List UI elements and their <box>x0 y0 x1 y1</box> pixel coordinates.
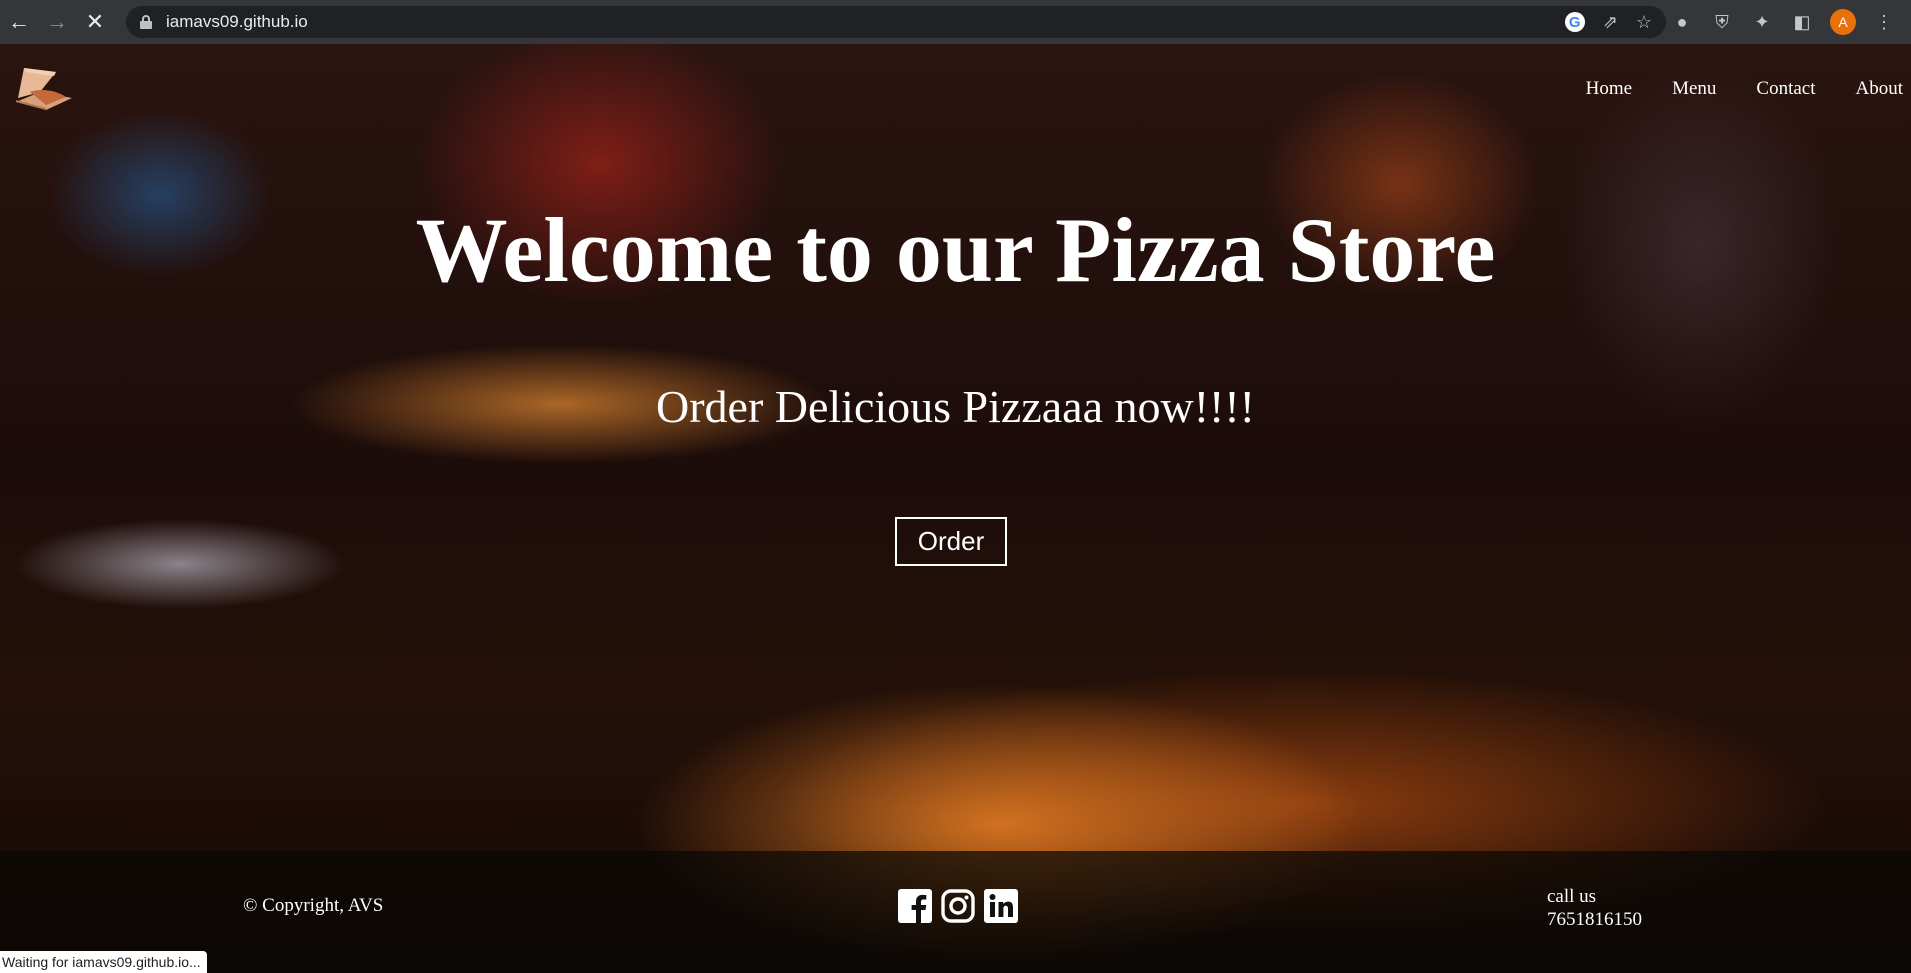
main-nav: Home Menu Contact About <box>1546 78 1911 100</box>
facebook-icon[interactable] <box>897 888 933 924</box>
side-panel-icon[interactable]: ◧ <box>1790 12 1814 33</box>
social-links <box>897 888 1019 924</box>
contact-info: call us 7651816150 <box>1547 885 1642 931</box>
lock-icon[interactable] <box>140 15 152 29</box>
share-icon[interactable]: ⇗ <box>1603 12 1618 33</box>
extensions-puzzle-icon[interactable]: ✦ <box>1750 12 1774 33</box>
browser-toolbar: ← → ✕ iamavs09.github.io G ⇗ ☆ ● ⛨ ✦ ◧ A… <box>0 0 1911 44</box>
nav-menu[interactable]: Menu <box>1672 78 1716 100</box>
google-lens-icon[interactable]: G <box>1564 12 1585 32</box>
copyright-text: © Copyright, AVS <box>243 895 384 916</box>
instagram-icon[interactable] <box>940 888 976 924</box>
hero-section: Home Menu Contact About Welcome to our P… <box>0 44 1911 973</box>
back-icon[interactable]: ← <box>0 0 38 44</box>
linkedin-icon[interactable] <box>983 888 1019 924</box>
shield-extension-icon[interactable]: ⛨ <box>1710 12 1734 33</box>
nav-contact[interactable]: Contact <box>1756 78 1815 100</box>
bookmark-star-icon[interactable]: ☆ <box>1636 12 1652 33</box>
forward-icon[interactable]: → <box>38 0 76 44</box>
phone-number: 7651816150 <box>1547 909 1642 930</box>
address-text[interactable]: iamavs09.github.io <box>166 12 308 32</box>
pizza-box-logo[interactable] <box>10 62 76 112</box>
profile-avatar[interactable]: A <box>1830 9 1856 35</box>
footer: © Copyright, AVS call us 7651816150 <box>0 851 1911 973</box>
address-bar[interactable]: iamavs09.github.io G ⇗ ☆ <box>126 6 1666 38</box>
nav-home[interactable]: Home <box>1586 78 1632 100</box>
stop-loading-icon[interactable]: ✕ <box>76 0 114 44</box>
kebab-menu-icon[interactable]: ⋮ <box>1872 12 1896 33</box>
page-title: Welcome to our Pizza Store <box>415 199 1496 301</box>
call-us-label: call us <box>1547 886 1597 907</box>
nav-about[interactable]: About <box>1856 78 1904 100</box>
extension-icon[interactable]: ● <box>1670 12 1694 33</box>
status-bar: Waiting for iamavs09.github.io... <box>0 951 207 973</box>
hero-subtitle: Order Delicious Pizzaaa now!!!! <box>655 381 1255 432</box>
order-button[interactable]: Order <box>895 517 1007 566</box>
